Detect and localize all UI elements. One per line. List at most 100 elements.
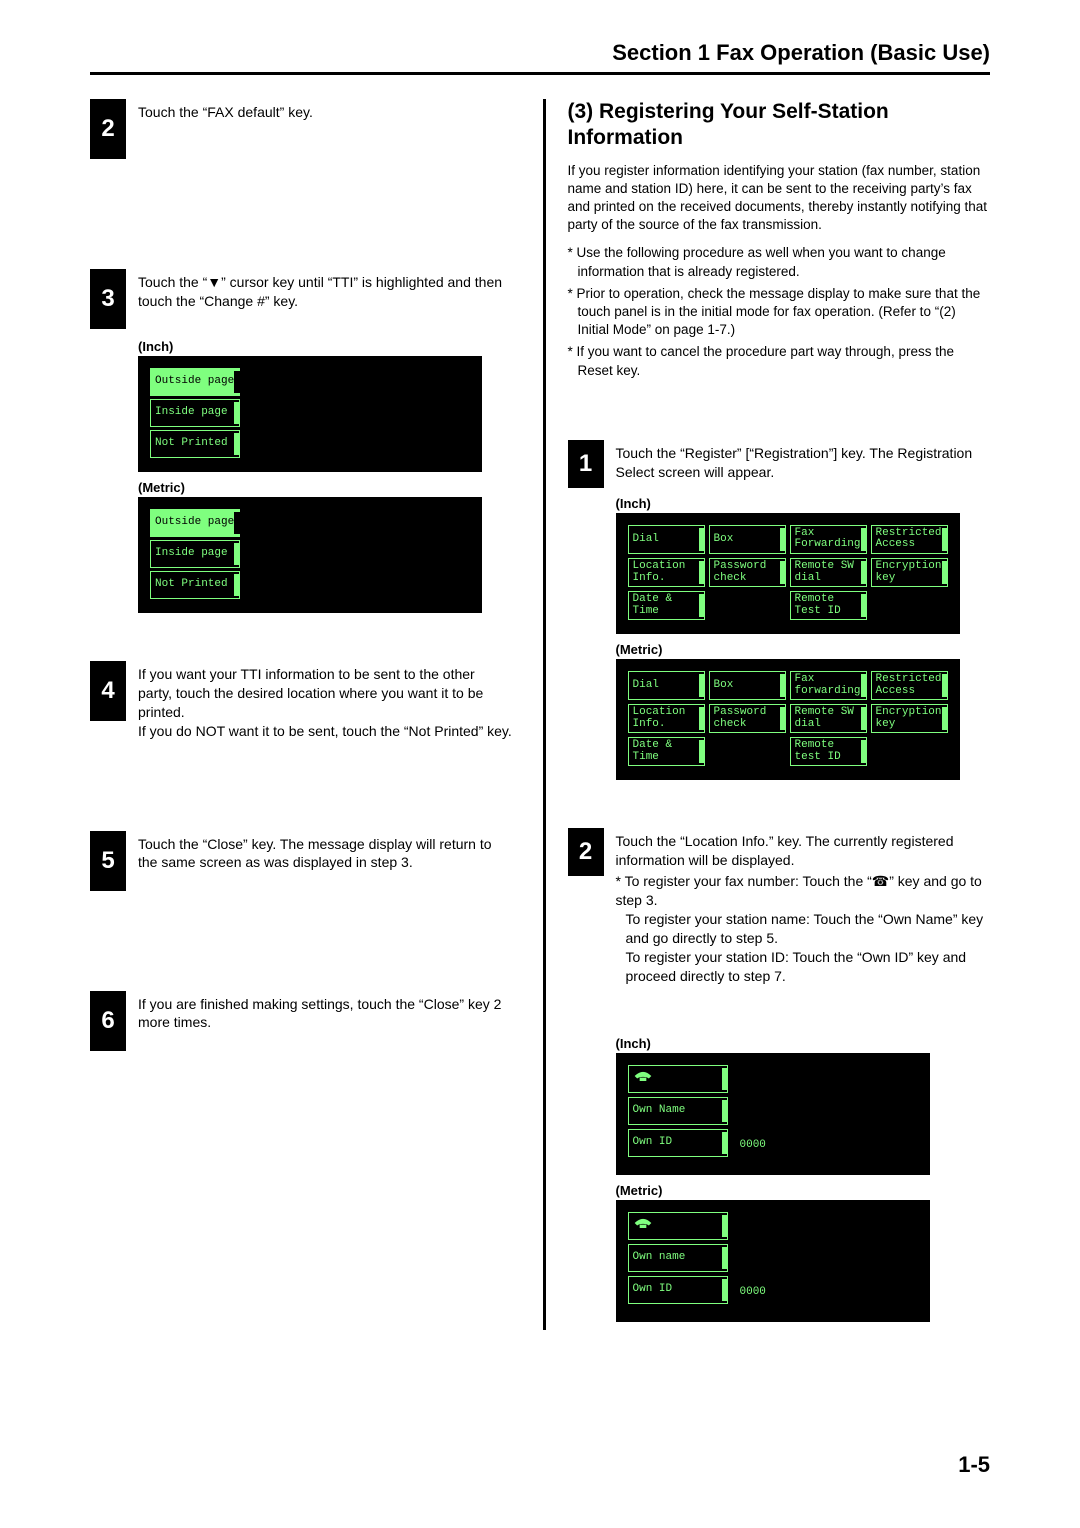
metric-label: (Metric) (616, 1183, 991, 1198)
section-title: Section 1 Fax Operation (Basic Use) (90, 40, 990, 66)
label: Fax Forwarding (795, 528, 862, 551)
tti-panel-inch: Outside page Inside page Not Printed (138, 356, 482, 472)
reg-remote-sw-dial[interactable]: Remote SW dial (790, 558, 867, 587)
label: Inside page (155, 407, 228, 419)
step-number: 3 (90, 269, 126, 329)
label: Encryption key (876, 707, 943, 730)
reg-location-info[interactable]: Location Info. (628, 704, 705, 733)
inch-label: (Inch) (138, 339, 513, 354)
own-id-value: 0000 (734, 1139, 766, 1151)
step1-panels: (Inch) Dial Box Fax Forwarding Restricte… (616, 496, 991, 781)
reg-remote-test-id[interactable]: Remote test ID (790, 737, 867, 766)
metric-label: (Metric) (616, 642, 991, 657)
label: Remote SW dial (795, 707, 862, 730)
right-column: (3) Registering Your Self-Station Inform… (543, 99, 991, 1330)
reg-dial[interactable]: Dial (628, 671, 705, 700)
label: Outside page (155, 376, 234, 388)
own-name-button[interactable]: Own Name (628, 1097, 728, 1125)
reg-restricted-access[interactable]: Restricted Access (871, 525, 948, 554)
label: Password check (714, 561, 781, 584)
step-number: 2 (568, 828, 604, 876)
metric-label: (Metric) (138, 480, 513, 495)
own-id-button[interactable]: Own ID (628, 1129, 728, 1157)
step-3: 3 Touch the “▼” cursor key until “TTI” i… (90, 269, 513, 329)
page-header: Section 1 Fax Operation (Basic Use) (90, 40, 990, 75)
step2-main: Touch the “Location Info.” key. The curr… (616, 832, 991, 870)
left-column: 2 Touch the “FAX default” key. 3 Touch t… (90, 99, 513, 1330)
label: Own Name (633, 1105, 686, 1117)
tti-outside-page[interactable]: Outside page (150, 368, 240, 396)
register-panel-inch: Dial Box Fax Forwarding Restricted Acces… (616, 513, 960, 634)
own-phone-button[interactable] (628, 1212, 728, 1240)
reg-encryption-key[interactable]: Encryption key (871, 704, 948, 733)
label: Location Info. (633, 707, 700, 730)
label: Inside page (155, 548, 228, 560)
step-2: 2 Touch the “FAX default” key. (90, 99, 513, 159)
own-panel-metric: Own name Own ID 0000 (616, 1200, 930, 1322)
inch-label: (Inch) (616, 496, 991, 511)
tti-inside-page[interactable]: Inside page (150, 540, 240, 568)
reg-box[interactable]: Box (709, 525, 786, 554)
own-phone-button[interactable] (628, 1065, 728, 1093)
label: Location Info. (633, 561, 700, 584)
reg-password-check[interactable]: Password check (709, 558, 786, 587)
step-text: Touch the “▼” cursor key until “TTI” is … (138, 269, 513, 311)
label: Own ID (633, 1137, 673, 1149)
notes-list: * Use the following procedure as well wh… (568, 244, 991, 380)
step2-sub: To register your station name: Touch the… (616, 910, 991, 948)
step-text: Touch the “Close” key. The message displ… (138, 831, 513, 873)
step-4: 4 If you want your TTI information to be… (90, 661, 513, 741)
step2-panels: (Inch) Own Name Own ID 0000 (Metric) (616, 1036, 991, 1322)
intro-text: If you register information identifying … (568, 162, 991, 235)
tti-not-printed[interactable]: Not Printed (150, 571, 240, 599)
label: Date & Time (633, 740, 700, 763)
note-item: * If you want to cancel the procedure pa… (568, 343, 991, 379)
step-text: Touch the “Location Info.” key. The curr… (616, 828, 991, 985)
tti-not-printed[interactable]: Not Printed (150, 430, 240, 458)
reg-date-time[interactable]: Date & Time (628, 737, 705, 766)
own-id-value: 0000 (734, 1286, 766, 1298)
step-text: Touch the “FAX default” key. (138, 99, 313, 122)
register-panel-metric: Dial Box Fax forwarding Restricted Acces… (616, 659, 960, 780)
label: Box (714, 534, 734, 546)
reg-fax-forwarding[interactable]: Fax Forwarding (790, 525, 867, 554)
step-number: 5 (90, 831, 126, 891)
step-number: 1 (568, 440, 604, 488)
right-step-1: 1 Touch the “Register” [“Registration”] … (568, 440, 991, 488)
reg-remote-test-id[interactable]: Remote Test ID (790, 591, 867, 620)
step3-panels: (Inch) Outside page Inside page Not Prin… (138, 339, 513, 613)
step-5: 5 Touch the “Close” key. The message dis… (90, 831, 513, 891)
reg-date-time[interactable]: Date & Time (628, 591, 705, 620)
step-number: 4 (90, 661, 126, 721)
own-name-button[interactable]: Own name (628, 1244, 728, 1272)
label: Fax forwarding (795, 674, 862, 697)
label: Not Printed (155, 579, 228, 591)
label: Remote test ID (795, 740, 862, 763)
step-number: 2 (90, 99, 126, 159)
inch-label: (Inch) (616, 1036, 991, 1051)
reg-encryption-key[interactable]: Encryption key (871, 558, 948, 587)
own-id-button[interactable]: Own ID (628, 1276, 728, 1304)
reg-location-info[interactable]: Location Info. (628, 558, 705, 587)
label: Encryption key (876, 561, 943, 584)
reg-fax-forwarding[interactable]: Fax forwarding (790, 671, 867, 700)
reg-password-check[interactable]: Password check (709, 704, 786, 733)
page-number: 1-5 (958, 1452, 990, 1478)
label: Dial (633, 534, 659, 546)
phone-icon (633, 1069, 653, 1088)
label: Own ID (633, 1284, 673, 1296)
tti-panel-metric: Outside page Inside page Not Printed (138, 497, 482, 613)
label: Remote SW dial (795, 561, 862, 584)
step2-sub: To register your station ID: Touch the “… (616, 948, 991, 986)
reg-box[interactable]: Box (709, 671, 786, 700)
tti-inside-page[interactable]: Inside page (150, 399, 240, 427)
reg-dial[interactable]: Dial (628, 525, 705, 554)
label: Not Printed (155, 438, 228, 450)
note-item: * Use the following procedure as well wh… (568, 244, 991, 280)
step2-sub: * To register your fax number: Touch the… (616, 872, 991, 910)
section-heading: (3) Registering Your Self-Station Inform… (568, 99, 991, 152)
tti-outside-page[interactable]: Outside page (150, 509, 240, 537)
right-step-2: 2 Touch the “Location Info.” key. The cu… (568, 828, 991, 985)
reg-remote-sw-dial[interactable]: Remote SW dial (790, 704, 867, 733)
reg-restricted-access[interactable]: Restricted Access (871, 671, 948, 700)
